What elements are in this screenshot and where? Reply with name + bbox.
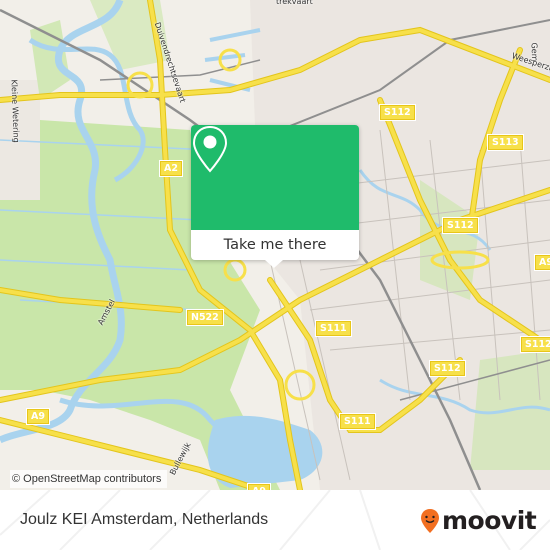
- road-shield-s112: S112: [430, 361, 465, 376]
- moovit-logo[interactable]: moovit: [420, 506, 537, 535]
- location-popup: Take me there: [191, 125, 359, 268]
- road-shield-s112: S112: [521, 337, 550, 352]
- popup-header: [191, 125, 359, 230]
- moovit-smiley-pin-icon: [421, 508, 439, 533]
- road-shield-s112: S112: [443, 218, 478, 233]
- map-pin-icon: [192, 125, 228, 173]
- map-view[interactable]: A2 S112 S113 S112 A9 N522 S111 S112 S112…: [0, 0, 550, 490]
- road-shield-a2: A2: [160, 161, 182, 176]
- street-label: trekvaart: [276, 0, 313, 6]
- footer-bar: Joulz KEI Amsterdam, Netherlands moovit: [0, 490, 550, 550]
- road-shield-a9: A9: [27, 409, 49, 424]
- popup-pointer: [265, 260, 283, 268]
- road-shield-s112: S112: [380, 105, 415, 120]
- take-me-there-button[interactable]: Take me there: [191, 230, 359, 260]
- map-attribution[interactable]: © OpenStreetMap contributors: [10, 470, 168, 488]
- road-shield-s111: S111: [340, 414, 375, 429]
- road-shield-a9: A9: [535, 255, 550, 270]
- brand-wordmark: moovit: [442, 506, 537, 535]
- road-shield-n522: N522: [187, 310, 223, 325]
- road-shield-s113: S113: [488, 135, 523, 150]
- road-shield-s111: S111: [316, 321, 351, 336]
- place-name: Joulz KEI Amsterdam, Netherlands: [20, 511, 269, 528]
